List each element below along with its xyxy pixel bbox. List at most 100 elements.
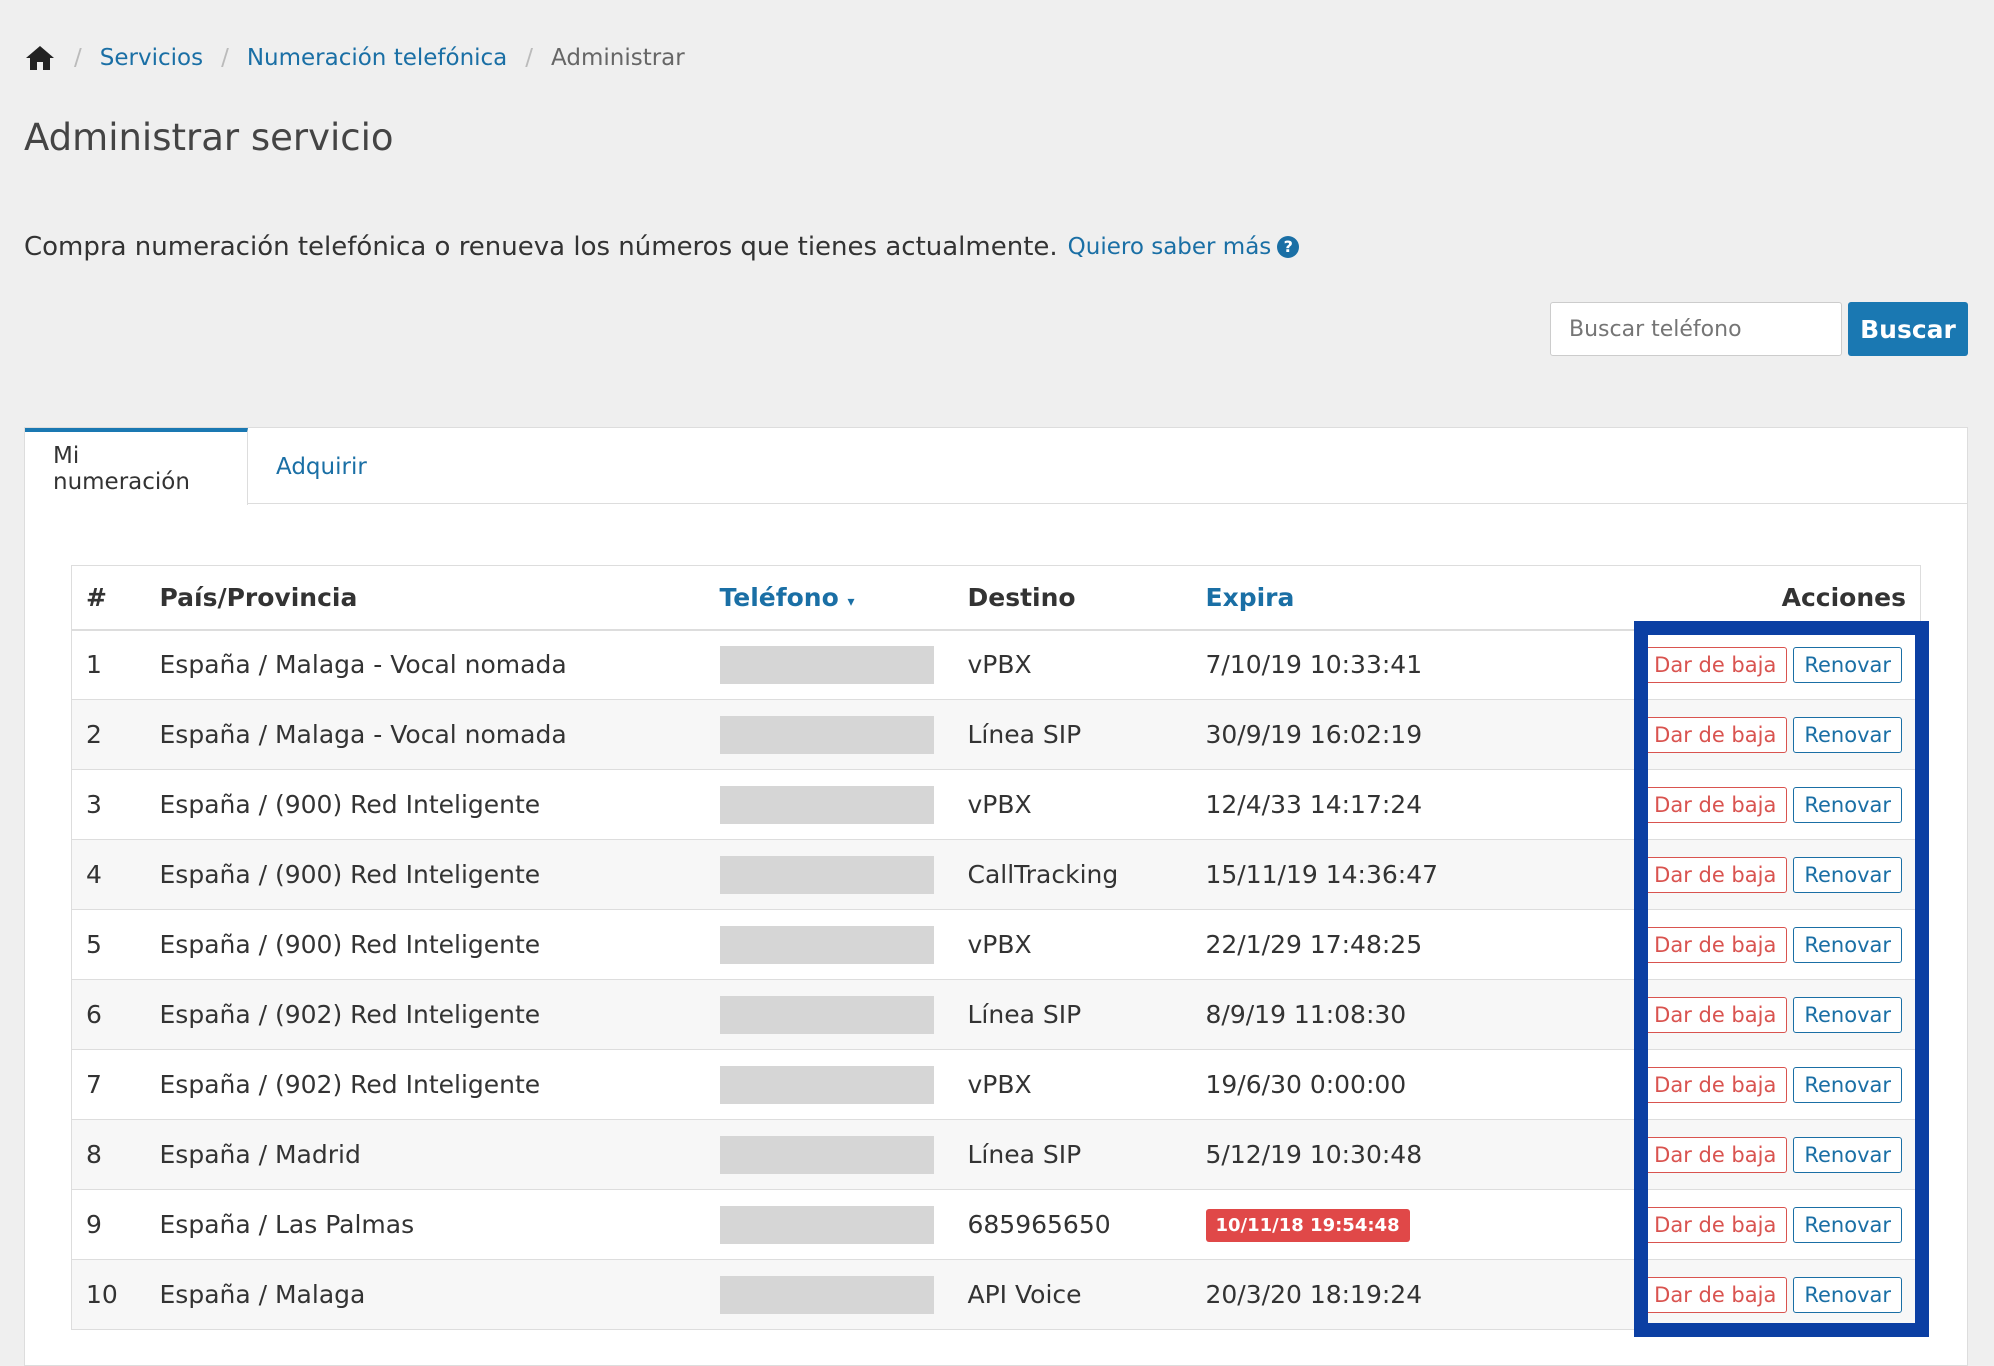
renovar-button[interactable]: Renovar bbox=[1793, 1206, 1902, 1243]
cell-acciones: Dar de baja Renovar bbox=[1611, 1049, 1921, 1120]
dar-de-baja-button[interactable]: Dar de baja bbox=[1643, 996, 1788, 1033]
redacted-phone bbox=[719, 715, 934, 754]
cell-expira: 20/3/20 18:19:24 bbox=[1191, 1259, 1612, 1330]
dar-de-baja-button[interactable]: Dar de baja bbox=[1643, 716, 1788, 753]
renovar-button[interactable]: Renovar bbox=[1793, 646, 1902, 683]
dar-de-baja-button[interactable]: Dar de baja bbox=[1643, 1136, 1788, 1173]
cell-num: 9 bbox=[71, 1189, 146, 1260]
cell-destino: API Voice bbox=[953, 1259, 1192, 1330]
cell-expira: 5/12/19 10:30:48 bbox=[1191, 1119, 1612, 1190]
cell-destino: CallTracking bbox=[953, 839, 1192, 910]
cell-acciones: Dar de baja Renovar bbox=[1611, 629, 1921, 700]
cell-pais: España / (900) Red Inteligente bbox=[145, 769, 706, 840]
breadcrumb-separator: / bbox=[74, 45, 82, 71]
dar-de-baja-button[interactable]: Dar de baja bbox=[1643, 926, 1788, 963]
cell-expira: 30/9/19 16:02:19 bbox=[1191, 699, 1612, 770]
redacted-phone bbox=[719, 645, 934, 684]
numbers-panel: Mi numeración Adquirir # País/Provincia … bbox=[24, 427, 1968, 1366]
cell-telefono bbox=[705, 699, 954, 770]
dar-de-baja-button[interactable]: Dar de baja bbox=[1643, 646, 1788, 683]
breadcrumb-numeracion[interactable]: Numeración telefónica bbox=[247, 45, 507, 71]
cell-pais: España / Las Palmas bbox=[145, 1189, 706, 1260]
dar-de-baja-button[interactable]: Dar de baja bbox=[1643, 856, 1788, 893]
cell-num: 1 bbox=[71, 629, 146, 700]
cell-telefono bbox=[705, 1259, 954, 1330]
expira-value: 15/11/19 14:36:47 bbox=[1205, 860, 1439, 889]
tab-mi-numeracion[interactable]: Mi numeración bbox=[25, 428, 248, 505]
cell-pais: España / (900) Red Inteligente bbox=[145, 839, 706, 910]
renovar-button[interactable]: Renovar bbox=[1793, 786, 1902, 823]
cell-destino: vPBX bbox=[953, 1049, 1192, 1120]
cell-acciones: Dar de baja Renovar bbox=[1611, 769, 1921, 840]
col-num: # bbox=[71, 565, 146, 631]
redacted-phone bbox=[719, 785, 934, 824]
tab-adquirir[interactable]: Adquirir bbox=[248, 428, 395, 505]
cell-num: 10 bbox=[71, 1259, 146, 1330]
breadcrumb-servicios[interactable]: Servicios bbox=[100, 45, 203, 71]
col-telefono-label: Teléfono bbox=[719, 582, 839, 612]
cell-num: 2 bbox=[71, 699, 146, 770]
intro-description: Compra numeración telefónica o renueva l… bbox=[24, 232, 1058, 262]
breadcrumb-current: Administrar bbox=[551, 45, 685, 71]
home-icon[interactable] bbox=[24, 44, 56, 72]
redacted-phone bbox=[719, 925, 934, 964]
sort-caret-icon: ▾ bbox=[847, 593, 855, 610]
col-destino: Destino bbox=[953, 565, 1192, 631]
renovar-button[interactable]: Renovar bbox=[1793, 1136, 1902, 1173]
cell-telefono bbox=[705, 979, 954, 1050]
col-acciones: Acciones bbox=[1611, 565, 1921, 631]
intro-text: Compra numeración telefónica o renueva l… bbox=[24, 232, 1300, 262]
table-row: 5 España / (900) Red Inteligente vPBX 22/1/… bbox=[71, 909, 1921, 980]
renovar-button[interactable]: Renovar bbox=[1793, 1066, 1902, 1103]
cell-destino: Línea SIP bbox=[953, 699, 1192, 770]
cell-telefono bbox=[705, 1119, 954, 1190]
cell-acciones: Dar de baja Renovar bbox=[1611, 1119, 1921, 1190]
expira-value: 19/6/30 0:00:00 bbox=[1205, 1070, 1407, 1099]
table-row: 1 España / Malaga - Vocal nomada vPBX 7/10/… bbox=[71, 629, 1921, 700]
cell-expira: 8/9/19 11:08:30 bbox=[1191, 979, 1612, 1050]
expira-value: 22/1/29 17:48:25 bbox=[1205, 930, 1423, 959]
redacted-phone bbox=[719, 1275, 934, 1314]
renovar-button[interactable]: Renovar bbox=[1793, 996, 1902, 1033]
dar-de-baja-button[interactable]: Dar de baja bbox=[1643, 1066, 1788, 1103]
col-expira[interactable]: Expira bbox=[1191, 565, 1612, 631]
renovar-button[interactable]: Renovar bbox=[1793, 926, 1902, 963]
cell-acciones: Dar de baja Renovar bbox=[1611, 979, 1921, 1050]
search-button[interactable]: Buscar bbox=[1848, 302, 1968, 356]
cell-telefono bbox=[705, 909, 954, 980]
dar-de-baja-button[interactable]: Dar de baja bbox=[1643, 1276, 1788, 1313]
table-row: 4 España / (900) Red Inteligente CallTrack… bbox=[71, 839, 1921, 910]
cell-pais: España / Malaga bbox=[145, 1259, 706, 1330]
table-row: 8 España / Madrid Línea SIP 5/12/19 10:30:4… bbox=[71, 1119, 1921, 1190]
question-circle-icon[interactable]: ? bbox=[1277, 236, 1300, 258]
col-pais: País/Provincia bbox=[145, 565, 706, 631]
search-input[interactable] bbox=[1550, 302, 1842, 356]
cell-num: 4 bbox=[71, 839, 146, 910]
renovar-button[interactable]: Renovar bbox=[1793, 1276, 1902, 1313]
cell-expira: 10/11/18 19:54:48 bbox=[1191, 1189, 1612, 1260]
cell-telefono bbox=[705, 769, 954, 840]
cell-destino: vPBX bbox=[953, 769, 1192, 840]
expira-value: 7/10/19 10:33:41 bbox=[1205, 650, 1423, 680]
dar-de-baja-button[interactable]: Dar de baja bbox=[1643, 1206, 1788, 1243]
table-row: 6 España / (902) Red Inteligente Línea SIP… bbox=[71, 979, 1921, 1050]
renovar-button[interactable]: Renovar bbox=[1793, 716, 1902, 753]
cell-telefono bbox=[705, 1049, 954, 1120]
cell-num: 7 bbox=[71, 1049, 146, 1120]
table-row: 9 España / Las Palmas 685965650 10/11/18 19… bbox=[71, 1189, 1921, 1260]
cell-acciones: Dar de baja Renovar bbox=[1611, 909, 1921, 980]
table-row: 2 España / Malaga - Vocal nomada Línea SIP… bbox=[71, 699, 1921, 770]
dar-de-baja-button[interactable]: Dar de baja bbox=[1643, 786, 1788, 823]
cell-acciones: Dar de baja Renovar bbox=[1611, 1259, 1921, 1330]
expira-value: 20/3/20 18:19:24 bbox=[1205, 1280, 1423, 1309]
redacted-phone bbox=[719, 995, 934, 1034]
tabs: Mi numeración Adquirir bbox=[25, 428, 1967, 505]
cell-telefono bbox=[705, 1189, 954, 1260]
cell-acciones: Dar de baja Renovar bbox=[1611, 1189, 1921, 1260]
renovar-button[interactable]: Renovar bbox=[1793, 856, 1902, 893]
cell-pais: España / (900) Red Inteligente bbox=[145, 909, 706, 980]
learn-more-link[interactable]: Quiero saber más bbox=[1068, 234, 1272, 260]
cell-expira: 15/11/19 14:36:47 bbox=[1191, 839, 1612, 910]
cell-expira: 12/4/33 14:17:24 bbox=[1191, 769, 1612, 840]
col-telefono[interactable]: Teléfono ▾ bbox=[705, 565, 954, 631]
